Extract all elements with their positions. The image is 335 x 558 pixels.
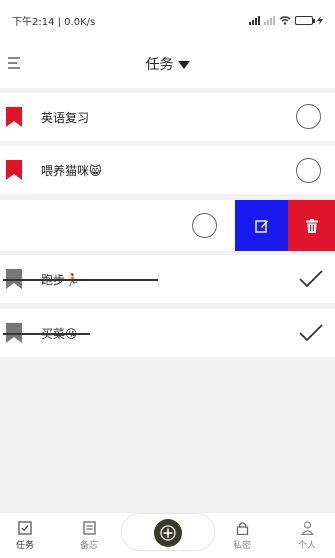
complete-circle-button[interactable] xyxy=(192,213,217,238)
plus-icon xyxy=(160,525,176,541)
tab-task[interactable]: 任务 xyxy=(0,513,50,558)
tab-personal[interactable]: 个人 xyxy=(282,513,332,558)
task-row[interactable]: 喂养猫咪😸 xyxy=(0,146,335,194)
task-row[interactable]: 买菜😘 xyxy=(0,309,335,357)
task-title: 英语复习 xyxy=(41,110,90,125)
delete-button[interactable] xyxy=(288,200,335,251)
trash-icon xyxy=(305,218,318,233)
charging-icon xyxy=(317,15,323,25)
swiped-task-row[interactable] xyxy=(0,200,335,251)
caret-down-icon xyxy=(177,61,190,69)
memo-icon xyxy=(82,521,96,535)
signal-weak-icon xyxy=(264,15,275,25)
complete-circle-button[interactable] xyxy=(296,104,321,129)
task-icon xyxy=(18,521,32,535)
tab-label: 任务 xyxy=(15,541,34,551)
task-row[interactable]: 英语复习 xyxy=(0,93,335,141)
status-icons xyxy=(249,15,323,25)
signal-icon xyxy=(249,15,260,25)
status-bar: 下午2:14 | 0.0K/s xyxy=(0,0,335,40)
tab-private[interactable]: 私密 xyxy=(217,513,267,558)
menu-icon[interactable] xyxy=(8,57,22,69)
person-icon xyxy=(300,521,314,535)
strikethrough-line xyxy=(3,279,158,281)
tab-label: 私密 xyxy=(232,541,251,551)
check-icon[interactable] xyxy=(299,324,323,342)
tab-memo[interactable]: 备忘 xyxy=(64,513,114,558)
task-title: 喂养猫咪😸 xyxy=(41,163,102,178)
status-time-speed: 下午2:14 | 0.0K/s xyxy=(12,16,96,28)
header: 任务 xyxy=(0,40,335,88)
edit-icon xyxy=(254,219,268,233)
tab-label: 个人 xyxy=(297,541,316,551)
title-dropdown[interactable]: 任务 xyxy=(146,54,190,74)
battery-icon xyxy=(295,15,315,25)
task-row[interactable]: 跑步🏃 xyxy=(0,255,335,303)
wifi-icon xyxy=(279,15,291,25)
tab-label: 备忘 xyxy=(79,541,98,551)
page-title: 任务 xyxy=(145,57,174,73)
bookmark-flag-icon xyxy=(6,160,22,180)
check-icon[interactable] xyxy=(299,270,323,288)
edit-button[interactable] xyxy=(235,200,288,251)
complete-circle-button[interactable] xyxy=(296,158,321,183)
add-task-button[interactable] xyxy=(154,519,182,547)
strikethrough-line xyxy=(3,333,90,335)
lock-icon xyxy=(236,522,248,535)
bookmark-flag-icon xyxy=(6,107,22,127)
